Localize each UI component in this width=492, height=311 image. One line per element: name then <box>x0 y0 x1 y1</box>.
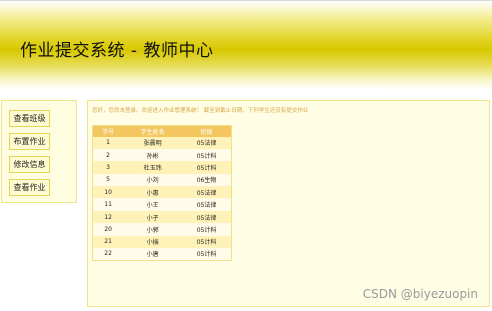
table-row: 20 小郭 05计科 <box>92 223 232 236</box>
student-name-cell: 小揣 <box>123 235 183 249</box>
student-name-cell: 孙彬 <box>123 148 183 162</box>
welcome-message: 您好，您尚未登录。欢迎进入作业管理系统！ 截至到截止日期，下列学生还没有提交作业 <box>92 108 309 114</box>
student-name-cell: 杜玉玮 <box>123 161 183 174</box>
column-header-student-name: 学生姓名 <box>123 125 183 137</box>
student-class-cell: 05法律 <box>182 198 232 211</box>
table-row: 5 小刘 06生物 <box>92 173 232 187</box>
student-id-cell: 12 <box>92 210 124 224</box>
table-row: 1 张晨明 05法律 <box>92 136 232 149</box>
student-id-cell: 3 <box>92 161 124 174</box>
student-name-cell: 小刘 <box>123 173 183 187</box>
student-id-cell: 22 <box>92 248 124 261</box>
student-name-cell: 小子 <box>123 210 183 224</box>
student-id-cell: 20 <box>92 223 124 236</box>
student-id-cell: 10 <box>92 186 124 199</box>
assign-homework-button[interactable]: 布置作业 <box>9 133 50 150</box>
student-name-cell: 小郭 <box>123 223 183 236</box>
student-id-cell: 2 <box>92 148 124 162</box>
student-name-cell: 小王 <box>123 198 183 211</box>
student-name-cell: 小惠 <box>123 186 183 199</box>
student-name-cell: 小唐 <box>123 248 183 261</box>
view-class-button[interactable]: 查看班级 <box>9 110 50 127</box>
table-row: 12 小子 05法律 <box>92 210 232 224</box>
table-row: 3 杜玉玮 05计科 <box>92 161 232 174</box>
student-id-cell: 1 <box>92 136 124 149</box>
main-content: 您好，您尚未登录。欢迎进入作业管理系统！ 截至到截止日期，下列学生还没有提交作业… <box>87 100 490 307</box>
edit-info-button[interactable]: 修改信息 <box>9 156 50 173</box>
table-row: 22 小唐 05计科 <box>92 248 232 261</box>
student-id-cell: 11 <box>92 198 124 211</box>
sidebar-nav: 查看班级 布置作业 修改信息 查看作业 <box>1 100 77 203</box>
student-class-cell: 05计科 <box>182 223 232 236</box>
student-class-cell: 05计科 <box>182 235 232 249</box>
app-title: 作业提交系统 - 教师中心 <box>20 41 214 61</box>
table-header-row: 学号 学生姓名 班级 <box>92 125 232 137</box>
student-class-cell: 05计科 <box>182 161 232 174</box>
unsubmitted-students-table: 学号 学生姓名 班级 1 张晨明 05法律 2 孙彬 05计科 3 杜玉玮 05… <box>92 125 232 261</box>
table-row: 11 小王 05法律 <box>92 198 232 211</box>
student-class-cell: 05法律 <box>182 186 232 199</box>
table-row: 2 孙彬 05计科 <box>92 148 232 162</box>
student-class-cell: 06生物 <box>182 173 232 187</box>
student-class-cell: 05法律 <box>182 136 232 149</box>
student-id-cell: 5 <box>92 173 124 187</box>
table-row: 21 小揣 05计科 <box>92 235 232 249</box>
student-class-cell: 05计科 <box>182 148 232 162</box>
student-class-cell: 05法律 <box>182 210 232 224</box>
student-class-cell: 05计科 <box>182 248 232 261</box>
view-homework-button[interactable]: 查看作业 <box>9 179 50 196</box>
table-row: 10 小惠 05法律 <box>92 186 232 199</box>
header-banner: 作业提交系统 - 教师中心 <box>0 0 492 90</box>
watermark-text: CSDN @biyezuopin <box>362 287 478 301</box>
student-name-cell: 张晨明 <box>123 136 183 149</box>
student-id-cell: 21 <box>92 235 124 249</box>
column-header-class: 班级 <box>182 125 232 137</box>
column-header-student-id: 学号 <box>92 125 124 137</box>
